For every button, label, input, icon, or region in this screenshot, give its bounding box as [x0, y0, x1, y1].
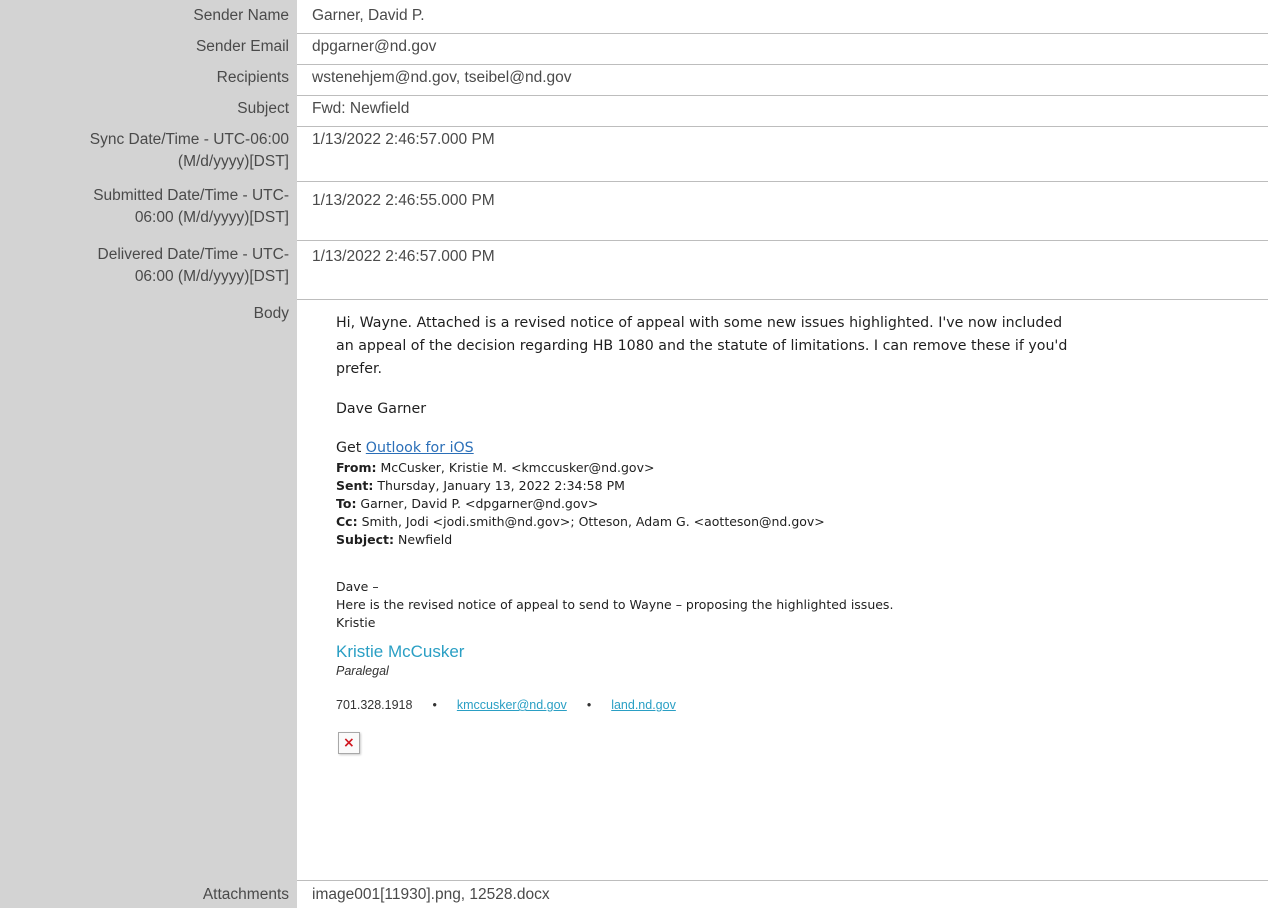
sync-date-label-line-1: Sync Date/Time - UTC-06:00 — [89, 131, 289, 148]
row-divider — [297, 126, 1268, 127]
row-divider — [297, 240, 1268, 241]
get-outlook-line: Get Outlook for iOS — [336, 437, 474, 460]
forward-subject-line: Subject: Newfield — [336, 531, 452, 550]
signature-name: Kristie McCusker — [336, 642, 465, 661]
sent-value: Thursday, January 13, 2022 2:34:58 PM — [373, 478, 625, 493]
forward-cc-line: Cc: Smith, Jodi <jodi.smith@nd.gov>; Ott… — [336, 513, 825, 532]
outlook-for-ios-link[interactable]: Outlook for iOS — [366, 440, 474, 456]
delivered-date-label: Delivered Date/Time - UTC- 06:00 (M/d/yy… — [0, 244, 290, 288]
delivered-date-label-line-2: 06:00 (M/d/yyyy)[DST] — [134, 268, 289, 285]
signature-contact-line: 701.328.1918 • kmccusker@nd.gov • land.nd.go… — [336, 698, 676, 712]
get-prefix: Get — [336, 440, 366, 456]
submitted-date-label: Submitted Date/Time - UTC- 06:00 (M/d/yy… — [0, 185, 289, 229]
body-paragraph-line-3: prefer. — [336, 361, 383, 377]
subject-value: Fwd: Newfield — [312, 100, 410, 117]
to-value: Garner, David P. <dpgarner@nd.gov> — [356, 496, 599, 511]
bullet-separator: • — [586, 698, 592, 712]
signature-email-link[interactable]: kmccusker@nd.gov — [457, 698, 567, 712]
sync-date-label: Sync Date/Time - UTC-06:00 (M/d/yyyy)[DS… — [0, 129, 289, 173]
sync-date-value: 1/13/2022 2:46:57.000 PM — [312, 131, 495, 148]
sent-label: Sent: — [336, 478, 374, 493]
cc-label: Cc: — [336, 514, 358, 529]
row-divider — [297, 880, 1268, 881]
signature-title: Paralegal — [336, 664, 389, 678]
forward-body-line-2: Here is the revised notice of appeal to … — [336, 597, 894, 612]
submitted-date-label-line-2: 06:00 (M/d/yyyy)[DST] — [134, 209, 289, 226]
to-label: To: — [336, 496, 357, 511]
forward-body-line-3: Kristie — [336, 615, 376, 630]
attachments-value: image001[11930].png, 12528.docx — [312, 886, 550, 903]
subject-label-fwd: Subject: — [336, 532, 394, 547]
signature-site-link[interactable]: land.nd.gov — [611, 698, 676, 712]
body-signoff: Dave Garner — [336, 401, 427, 417]
bullet-separator: • — [432, 698, 437, 712]
broken-image-x: × — [343, 735, 355, 751]
body-paragraph-line-2: an appeal of the decision regarding HB 1… — [336, 338, 1068, 354]
row-divider — [297, 95, 1268, 96]
sender-name-label: Sender Name — [193, 7, 289, 24]
recipients-label: Recipients — [216, 69, 289, 86]
from-label: From: — [336, 460, 377, 475]
email-metadata-sheet: Sender Name Garner, David P. Sender Emai… — [0, 0, 1268, 908]
attachments-label: Attachments — [202, 886, 289, 903]
subject-value-fwd: Newfield — [394, 532, 453, 547]
from-value: McCusker, Kristie M. <kmccusker@nd.gov> — [376, 460, 655, 475]
forward-body-line-1: Dave – — [336, 579, 379, 594]
broken-image-icon: × — [338, 732, 360, 754]
forward-from-line: From: McCusker, Kristie M. <kmccusker@nd… — [336, 459, 654, 478]
email-body: Hi, Wayne. Attached is a revised notice … — [322, 304, 1222, 864]
sender-email-value: dpgarner@nd.gov — [312, 38, 437, 55]
row-divider — [297, 33, 1268, 34]
sync-date-label-line-2: (M/d/yyyy)[DST] — [177, 153, 289, 170]
subject-label: Subject — [237, 100, 289, 117]
forward-to-line: To: Garner, David P. <dpgarner@nd.gov> — [336, 495, 598, 514]
cc-value: Smith, Jodi <jodi.smith@nd.gov>; Otteson… — [357, 514, 825, 529]
body-label: Body — [253, 305, 289, 322]
delivered-date-value: 1/13/2022 2:46:57.000 PM — [312, 248, 495, 265]
recipients-value: wstenehjem@nd.gov, tseibel@nd.gov — [312, 69, 572, 86]
signature-phone: 701.328.1918 — [336, 698, 413, 712]
row-divider — [297, 64, 1268, 65]
sender-name-value: Garner, David P. — [312, 7, 425, 24]
sender-email-label: Sender Email — [195, 38, 289, 55]
body-paragraph-line-1: Hi, Wayne. Attached is a revised notice … — [336, 315, 1063, 331]
delivered-date-label-line-1: Delivered Date/Time - UTC- — [97, 246, 290, 263]
submitted-date-value: 1/13/2022 2:46:55.000 PM — [312, 192, 495, 209]
row-divider — [297, 181, 1268, 182]
submitted-date-label-line-1: Submitted Date/Time - UTC- — [93, 187, 289, 204]
forward-sent-line: Sent: Thursday, January 13, 2022 2:34:58… — [336, 477, 625, 496]
row-divider — [297, 299, 1268, 300]
